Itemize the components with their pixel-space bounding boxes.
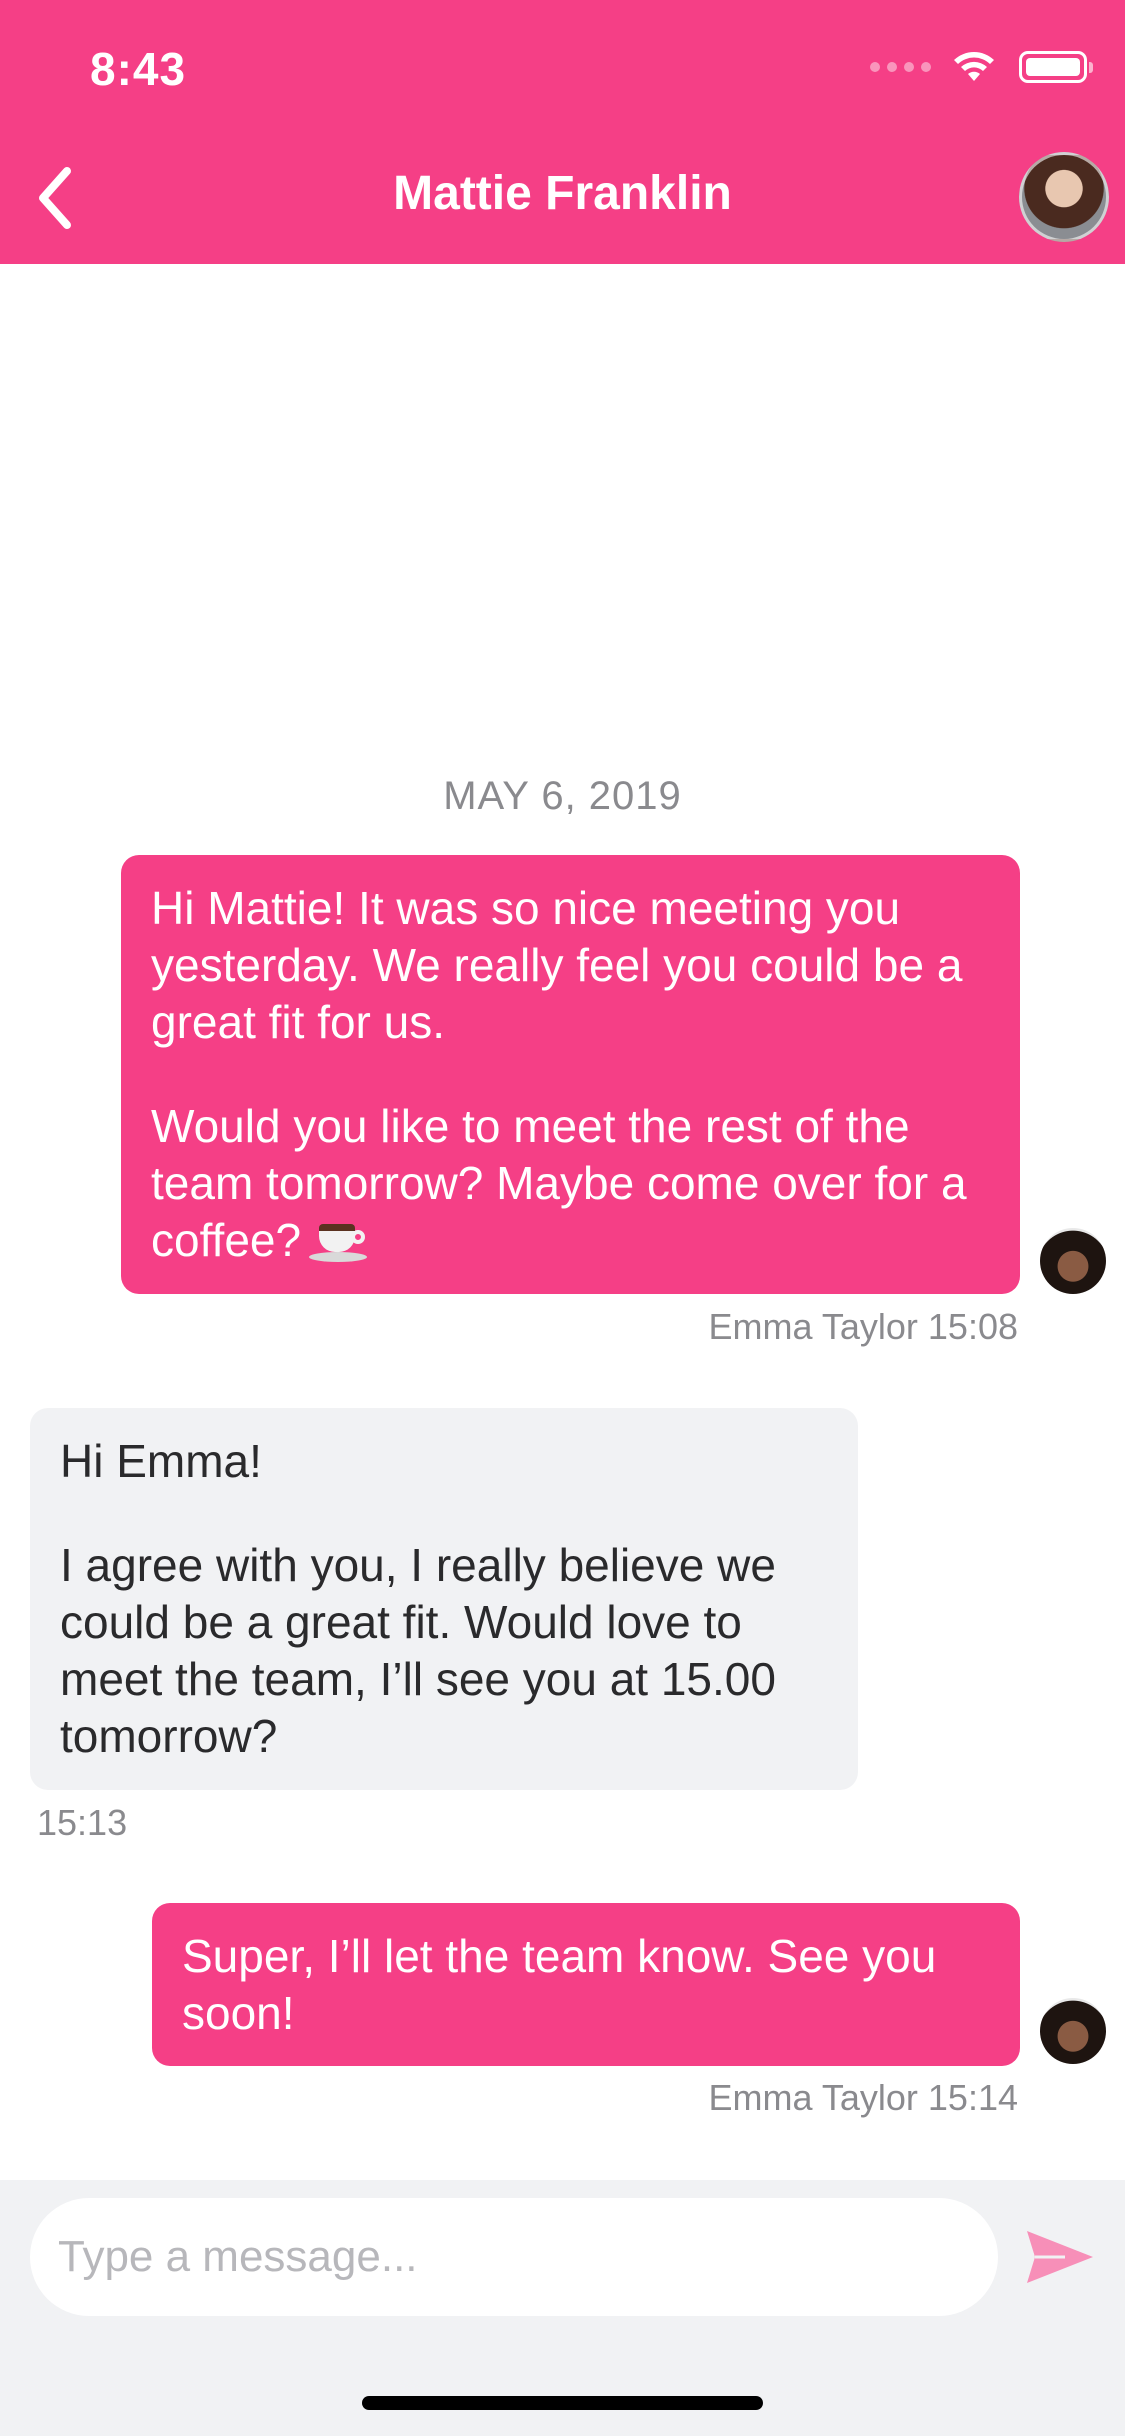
message-bubble-outgoing[interactable]: Hi Mattie! It was so nice meeting you ye… — [121, 855, 1020, 1294]
contact-name-title: Mattie Franklin — [393, 167, 732, 220]
message-text: I agree with you, I really believe we co… — [60, 1539, 776, 1762]
message-meta: Emma Taylor 15:14 — [708, 2077, 1018, 2118]
send-icon — [1027, 2231, 1093, 2283]
message-text: Super, I’ll let the team know. See you s… — [182, 1930, 937, 2039]
home-indicator — [362, 2396, 763, 2410]
wifi-icon — [954, 52, 994, 81]
send-button[interactable] — [1020, 2218, 1100, 2296]
message-meta: 15:13 — [37, 1802, 128, 1843]
message-bubble-outgoing[interactable]: Super, I’ll let the team know. See you s… — [152, 1903, 1020, 2066]
message-text: Hi Emma! — [60, 1435, 262, 1487]
message-text: Would you like to meet the rest of the t… — [151, 1100, 967, 1266]
status-bar-time: 8:43 — [90, 43, 187, 95]
battery-icon — [1019, 51, 1093, 83]
message-bubble-incoming[interactable]: Hi Emma! I agree with you, I really beli… — [30, 1408, 858, 1790]
sender-avatar[interactable] — [1040, 1998, 1106, 2064]
message-text: Hi Mattie! It was so nice meeting you ye… — [151, 882, 963, 1048]
sender-avatar[interactable] — [1040, 1228, 1106, 1294]
chat-header: 8:43 Mattie Franklin — [0, 0, 1125, 264]
contact-avatar[interactable] — [1019, 152, 1109, 242]
cellular-signal-icon — [870, 62, 931, 72]
message-input[interactable] — [30, 2198, 998, 2316]
message-meta: Emma Taylor 15:08 — [708, 1306, 1018, 1347]
date-separator: MAY 6, 2019 — [443, 774, 682, 818]
coffee-cup-icon — [309, 1222, 368, 1262]
status-bar-icons — [870, 50, 1093, 84]
